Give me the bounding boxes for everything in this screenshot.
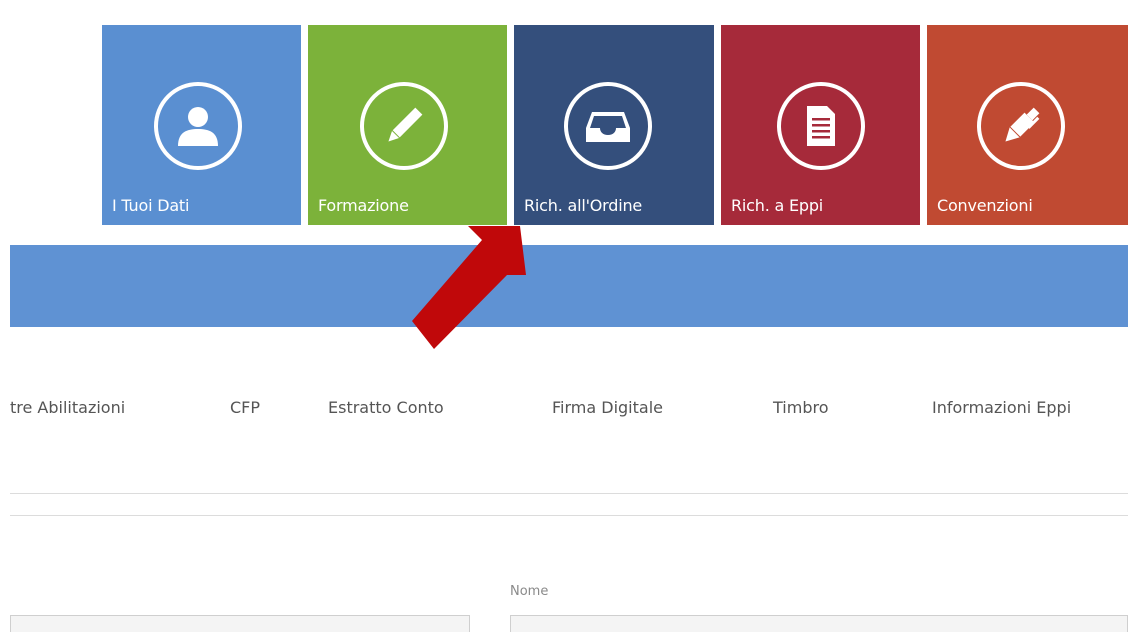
tile-label: Rich. a Eppi [731, 196, 824, 215]
tile-label: Convenzioni [937, 196, 1033, 215]
nav-item-altre-abilitazioni[interactable]: tre Abilitazioni [10, 398, 125, 417]
tile-icon-circle [154, 82, 242, 170]
tile-rich-a-eppi[interactable]: Rich. a Eppi [721, 25, 920, 225]
tile-icon-circle [777, 82, 865, 170]
pen-icon [1005, 107, 1040, 142]
tile-label: I Tuoi Dati [112, 196, 190, 215]
name-field-input[interactable] [510, 615, 1128, 632]
tile-label: Rich. all'Ordine [524, 196, 643, 215]
nav-item-firma-digitale[interactable]: Firma Digitale [552, 398, 663, 417]
user-icon [178, 107, 218, 146]
tile-icon-circle [977, 82, 1065, 170]
tile-icon-circle [564, 82, 652, 170]
nav-item-cfp[interactable]: CFP [230, 398, 260, 417]
nav-item-informazioni-eppi[interactable]: Informazioni Eppi [932, 398, 1071, 417]
divider [10, 515, 1128, 516]
name-field-label: Nome [510, 584, 549, 599]
tile-i-tuoi-dati[interactable]: I Tuoi Dati [102, 25, 301, 225]
tile-rich-all-ordine[interactable]: Rich. all'Ordine [514, 25, 714, 225]
inbox-icon [586, 112, 630, 142]
document-icon [807, 106, 835, 146]
nav-item-estratto-conto[interactable]: Estratto Conto [328, 398, 444, 417]
previous-field-input[interactable] [10, 615, 470, 632]
tile-label: Formazione [318, 196, 409, 215]
header-bar [10, 245, 1128, 327]
tile-formazione[interactable]: Formazione [308, 25, 507, 225]
nav-item-timbro[interactable]: Timbro [773, 398, 828, 417]
page: I Tuoi Dati Formazione Rich. all'Ordine [0, 0, 1128, 632]
tile-convenzioni[interactable]: Convenzioni [927, 25, 1128, 225]
pencil-icon [388, 107, 423, 142]
divider [10, 493, 1128, 494]
tile-icon-circle [360, 82, 448, 170]
